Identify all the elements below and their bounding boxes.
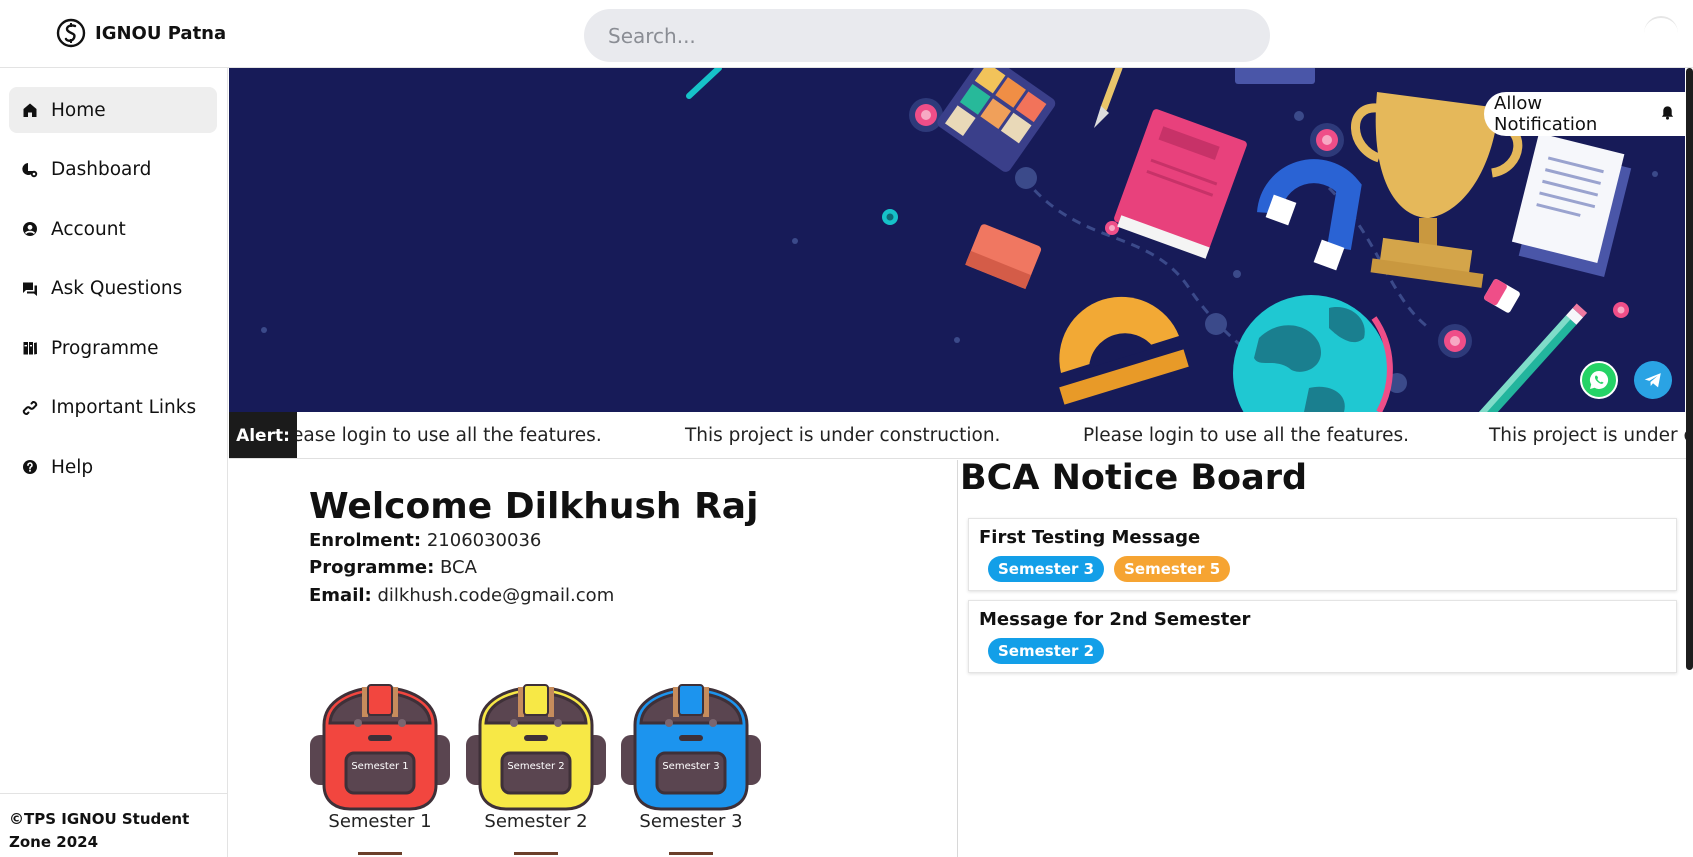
allow-notification-label: Allow Notification (1494, 93, 1598, 135)
sidebar-nav: Home Dashboard Account Ask Questions Pro… (0, 68, 227, 490)
next-backpack-peek (358, 852, 402, 857)
semester-caption: Semester 2 (484, 811, 588, 832)
alert-message: This project is under construction. (685, 425, 1001, 446)
page-scrollbar[interactable] (1686, 68, 1693, 670)
backpack-icon (621, 684, 761, 811)
sidebar-item-label: Ask Questions (51, 278, 183, 299)
bell-icon (1660, 104, 1675, 125)
semester-caption: Semester 1 (328, 811, 432, 832)
sidebar-item-account[interactable]: Account (9, 206, 217, 252)
sidebar: Home Dashboard Account Ask Questions Pro… (0, 68, 228, 857)
enrolment-label: Enrolment: (309, 530, 422, 551)
email-row: Email: dilkhush.code@gmail.com (309, 585, 614, 606)
semester-tag[interactable]: Semester 5 (1114, 556, 1231, 582)
programme-label: Programme: (309, 557, 435, 578)
backpack-label: Semester 2 (507, 761, 565, 772)
help-icon (21, 458, 39, 476)
books-icon (21, 339, 39, 357)
top-header: IGNOU Patna (0, 0, 1693, 68)
alert-message: Please login to use all the features. (1083, 425, 1409, 446)
sidebar-item-programme[interactable]: Programme (9, 325, 217, 371)
email-value: dilkhush.code@gmail.com (377, 585, 615, 606)
email-label: Email: (309, 585, 372, 606)
sidebar-item-label: Help (51, 456, 94, 478)
hero-banner (229, 68, 1685, 412)
chat-icon (21, 280, 39, 298)
notice-board-title: BCA Notice Board (960, 458, 1308, 498)
sidebar-item-label: Important Links (51, 397, 197, 418)
sidebar-footer: ©TPS IGNOU Student Zone 2024 (0, 793, 227, 854)
telegram-icon[interactable] (1634, 361, 1672, 399)
backpack-label: Semester 3 (662, 761, 720, 772)
sidebar-item-dashboard[interactable]: Dashboard (9, 147, 217, 193)
semester-tag[interactable]: Semester 3 (988, 556, 1105, 582)
brand[interactable]: IGNOU Patna (56, 18, 226, 48)
sidebar-item-label: Home (51, 99, 106, 121)
search-input[interactable] (584, 9, 1270, 62)
semester-backpack[interactable]: Semester 1 (310, 655, 450, 815)
notice-title: First Testing Message (979, 527, 1201, 548)
home-icon (21, 101, 39, 119)
semester-tag[interactable]: Semester 2 (988, 638, 1105, 664)
sidebar-item-label: Programme (51, 337, 159, 359)
notice-title: Message for 2nd Semester (979, 609, 1251, 630)
notice-card[interactable]: Message for 2nd Semester Semester 2 (968, 600, 1677, 673)
enrolment-value: 2106030036 (426, 530, 542, 551)
alert-marquee: Alert: ease login to use all the feature… (229, 412, 1686, 459)
sidebar-item-help[interactable]: Help (9, 444, 217, 490)
notice-tags: Semester 3 Semester 5 (979, 556, 1666, 582)
sidebar-item-label: Dashboard (51, 159, 152, 180)
welcome-heading: Welcome Dilkhush Raj (309, 486, 759, 527)
enrolment-row: Enrolment: 2106030036 (309, 530, 541, 551)
semester-caption: Semester 3 (639, 811, 743, 832)
allow-notification-button[interactable]: Allow Notification (1484, 92, 1693, 136)
sidebar-item-ask-questions[interactable]: Ask Questions (9, 266, 217, 312)
profile-avatar[interactable] (1644, 16, 1678, 50)
whatsapp-icon[interactable] (1580, 361, 1618, 399)
alert-label: Alert: (229, 412, 297, 458)
brand-name: IGNOU Patna (95, 22, 227, 44)
backpack-label: Semester 1 (351, 761, 409, 772)
account-icon (21, 220, 39, 238)
semester-backpack[interactable]: Semester 3 (621, 655, 761, 815)
next-backpack-peek (514, 852, 558, 857)
sidebar-item-label: Account (51, 218, 126, 240)
banner-illustration (229, 68, 1685, 412)
sidebar-item-important-links[interactable]: Important Links (9, 385, 217, 431)
sidebar-item-home[interactable]: Home (9, 87, 217, 133)
link-icon (21, 399, 39, 417)
programme-value: BCA (440, 557, 477, 578)
semester-backpack[interactable]: Semester 2 (466, 655, 606, 815)
brand-logo-icon (56, 18, 86, 48)
alert-message: This project is under c (1489, 425, 1686, 446)
backpack-icon (466, 684, 606, 811)
dashboard-icon (21, 161, 39, 179)
notice-tags: Semester 2 (979, 638, 1666, 664)
backpack-icon (310, 684, 450, 811)
notice-card[interactable]: First Testing Message Semester 3 Semeste… (968, 518, 1677, 591)
programme-row: Programme: BCA (309, 557, 477, 578)
alert-message: ease login to use all the features. (292, 425, 602, 446)
content-divider (957, 460, 958, 857)
next-backpack-peek (669, 852, 713, 857)
